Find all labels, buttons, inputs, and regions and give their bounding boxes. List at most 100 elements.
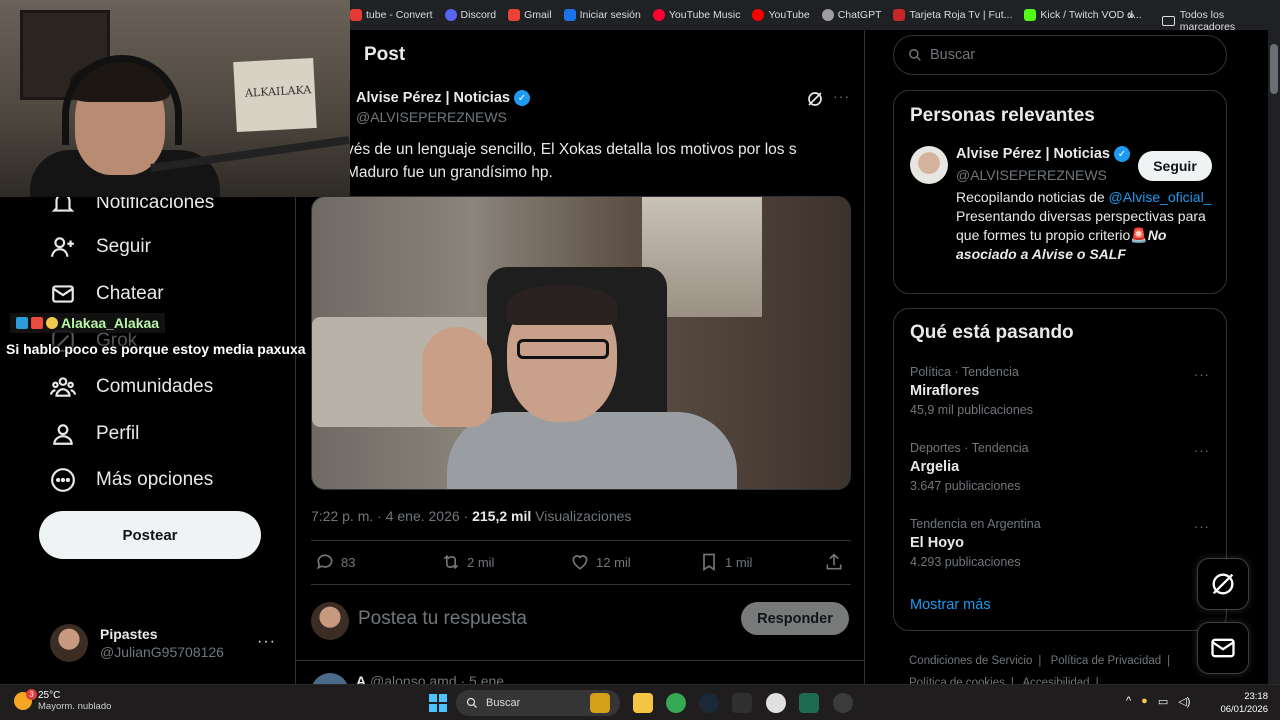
account-switcher[interactable]: Pipastes @JulianG95708126 — [50, 624, 224, 662]
divider — [296, 660, 864, 661]
relevant-person-handle: @ALVISEPEREZNEWS — [956, 167, 1107, 183]
chat-badge-icon — [31, 317, 43, 329]
bookmark-youtube[interactable]: YouTube — [752, 9, 810, 21]
steam-icon[interactable] — [699, 693, 719, 713]
volume-icon[interactable]: ◁) — [1178, 695, 1190, 708]
nav-item-more-options[interactable]: Más opciones — [50, 467, 213, 493]
file-explorer-icon[interactable] — [633, 693, 653, 713]
trend-item[interactable]: Política · Tendencia Miraflores 45,9 mil… — [910, 365, 1033, 417]
profile-icon — [53, 424, 73, 445]
footer-link-privacy[interactable]: Política de Privacidad — [1051, 655, 1162, 667]
post-more-button[interactable]: ··· — [833, 88, 850, 104]
nav-item-follow[interactable]: Seguir — [50, 234, 151, 260]
bookmark-gmail[interactable]: Gmail — [508, 9, 552, 21]
login-icon — [563, 9, 576, 21]
divider — [311, 584, 851, 585]
bookmarks-overflow-button[interactable]: » — [1128, 8, 1135, 22]
bookmark-login[interactable]: Iniciar sesión — [563, 9, 641, 21]
avatar — [311, 602, 349, 640]
system-clock[interactable]: 23:18 06/01/2026 — [1216, 690, 1268, 716]
relevant-people-title: Personas relevantes — [910, 105, 1095, 126]
clock-date: 06/01/2026 — [1220, 704, 1268, 715]
siren-icon: 🚨 — [1130, 227, 1148, 243]
nav-item-label: Comunidades — [96, 376, 214, 397]
bookmark-youtube-convert[interactable]: tube - Convert — [350, 9, 433, 21]
mail-icon — [52, 285, 74, 303]
follow-icon — [51, 237, 74, 257]
account-more-button[interactable]: ··· — [257, 633, 276, 651]
weather-sun-icon: 3 — [14, 689, 37, 710]
bookmark-button[interactable]: 1 mil — [699, 552, 752, 572]
chrome-icon[interactable] — [666, 693, 686, 713]
webcam-overlay: ALKAILAKA — [0, 0, 350, 197]
crown-app-icon[interactable] — [590, 693, 610, 713]
network-icon[interactable]: ▭ — [1158, 695, 1168, 708]
trend-more-button[interactable]: ··· — [1194, 367, 1210, 382]
trends-card: Qué está pasando Política · Tendencia Mi… — [893, 308, 1227, 631]
author-handle: @ALVISEPEREZNEWS — [356, 109, 507, 125]
tarjeta-roja-icon — [893, 9, 906, 21]
chatgpt-icon — [821, 9, 834, 21]
relevant-person-name[interactable]: Alvise Pérez | Noticias ✓ — [956, 146, 1130, 162]
search-input[interactable]: Buscar — [893, 35, 1227, 75]
page-scrollbar[interactable] — [1268, 30, 1280, 684]
post-views-count: 215,2 mil — [472, 508, 532, 524]
footer-link-terms[interactable]: Condiciones de Servicio — [909, 655, 1032, 667]
trend-more-button[interactable]: ··· — [1194, 443, 1210, 458]
system-tray[interactable]: ^ ● ▭ ◁) — [1126, 695, 1190, 708]
nav-item-communities[interactable]: Comunidades — [50, 374, 213, 400]
tray-chevron-icon[interactable]: ^ — [1126, 695, 1131, 708]
trend-item[interactable]: Tendencia en Argentina El Hoyo 4.293 pub… — [910, 517, 1041, 569]
repost-icon — [443, 554, 459, 570]
nav-item-label: Seguir — [96, 236, 151, 257]
all-bookmarks-button[interactable]: Todos los marcadores — [1162, 9, 1280, 33]
account-name: Pipastes — [100, 626, 158, 642]
grok-explain-icon[interactable] — [806, 90, 824, 108]
trend-item[interactable]: Deportes · Tendencia Argelia 3.647 publi… — [910, 441, 1029, 493]
post-button[interactable]: Postear — [39, 511, 261, 559]
nav-item-label: Chatear — [96, 283, 164, 304]
obs-icon[interactable] — [833, 693, 853, 713]
chat-badge-icon — [16, 317, 28, 329]
relevant-people-card: Personas relevantes Alvise Pérez | Notic… — [893, 90, 1227, 294]
app-icon[interactable] — [799, 693, 819, 713]
repost-button[interactable]: 2 mil — [441, 552, 494, 572]
scrollbar-thumb[interactable] — [1270, 44, 1278, 94]
avatar[interactable] — [910, 146, 948, 184]
share-button[interactable] — [824, 552, 844, 572]
post-timestamp: 7:22 p. m. · 4 ene. 2026 · — [311, 508, 473, 524]
reply-button[interactable]: 83 — [315, 552, 355, 572]
grok-icon — [1212, 573, 1234, 595]
post-author[interactable]: Alvise Pérez | Noticias ✓ @ALVISEPEREZNEW… — [356, 90, 530, 125]
unity-icon[interactable] — [766, 693, 786, 713]
youtube-music-icon — [652, 9, 665, 21]
post-actions: 83 2 mil 12 mil 1 mil — [311, 552, 851, 576]
grok-floating-button[interactable] — [1197, 558, 1249, 610]
video-hand — [422, 327, 492, 427]
trend-more-button[interactable]: ··· — [1194, 519, 1210, 534]
bookmark-youtube-music[interactable]: YouTube Music — [652, 9, 740, 21]
nav-item-label: Perfil — [96, 423, 140, 444]
bookmark-chatgpt[interactable]: ChatGPT — [821, 9, 881, 21]
reply-input[interactable]: Postea tu respuesta — [358, 608, 527, 630]
post-metadata: 7:22 p. m. · 4 ene. 2026 · 215,2 mil Vis… — [311, 508, 631, 524]
follow-button[interactable]: Seguir — [1138, 151, 1212, 181]
nav-item-profile[interactable]: Perfil — [50, 421, 139, 447]
microphone-icon[interactable]: ● — [1141, 695, 1148, 708]
bookmark-kick-twitch[interactable]: Kick / Twitch VOD d... — [1024, 9, 1142, 21]
show-more-link[interactable]: Mostrar más — [910, 597, 991, 613]
next-post-header[interactable]: A @alonso.amd · 5 ene — [356, 673, 504, 684]
post-video[interactable] — [311, 196, 851, 490]
kick-icon — [1024, 9, 1037, 21]
windows-start-icon[interactable] — [429, 694, 447, 712]
like-button[interactable]: 12 mil — [570, 552, 631, 572]
bookmark-tarjeta-roja[interactable]: Tarjeta Roja Tv | Fut... — [893, 9, 1012, 21]
reply-submit-button[interactable]: Responder — [741, 602, 849, 635]
nav-item-chat[interactable]: Chatear — [50, 281, 164, 307]
messages-floating-button[interactable] — [1197, 622, 1249, 674]
discord-icon — [444, 9, 457, 21]
epic-games-icon[interactable] — [732, 693, 752, 713]
bio-mention-link[interactable]: @Alvise_oficial_ — [1109, 189, 1212, 205]
bookmark-discord[interactable]: Discord — [444, 9, 496, 21]
weather-widget[interactable]: 3 25°C Mayorm. nublado — [14, 689, 111, 712]
